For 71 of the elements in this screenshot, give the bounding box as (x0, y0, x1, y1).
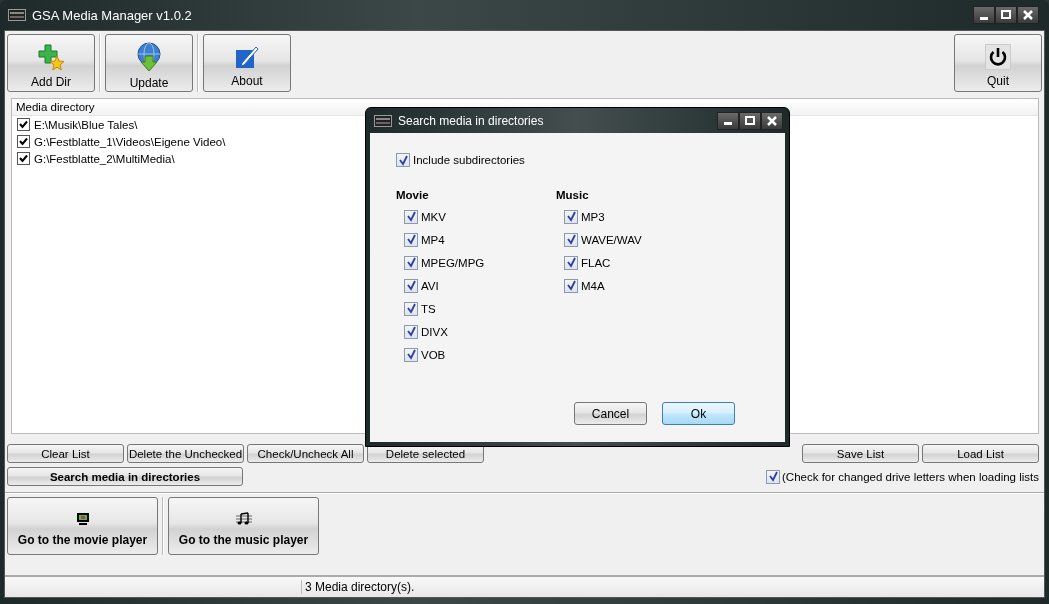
checkbox[interactable] (564, 255, 578, 270)
pencil-icon (234, 44, 260, 70)
toolbar-button[interactable]: Quit (954, 34, 1042, 92)
checkbox[interactable] (404, 209, 418, 224)
close-icon (767, 115, 777, 126)
format-label: MPEG/MPG (421, 256, 485, 269)
checkbox[interactable] (17, 135, 30, 148)
minimize-button[interactable] (717, 111, 739, 130)
dialog-title: Search media in directories (398, 113, 545, 128)
checkbox[interactable] (17, 152, 30, 165)
checkbox[interactable] (404, 278, 418, 293)
checkbox[interactable] (17, 118, 30, 131)
globe-download-icon (134, 42, 164, 72)
checkbox-label: Include subdirectories (413, 154, 525, 166)
checkbox[interactable] (404, 301, 418, 316)
format-label: MP4 (421, 233, 445, 246)
directory-path: G:\Festblatte_1\Videos\Eigene Video\ (34, 135, 226, 148)
app-icon (8, 9, 26, 21)
maximize-icon (1001, 10, 1011, 20)
close-button[interactable] (1017, 6, 1039, 24)
checkbox[interactable] (396, 153, 410, 167)
checkbox[interactable] (404, 255, 418, 270)
format-label: FLAC (581, 256, 611, 269)
toolbar-button[interactable]: Add Dir (7, 34, 95, 92)
directory-path: G:\Festblatte_2\MultiMedia\ (34, 152, 175, 165)
player-button[interactable]: Go to the movie player (7, 497, 158, 555)
dialog-button[interactable]: Cancel (574, 402, 647, 425)
checkbox-label: (Check for changed drive letters when loading lists (782, 470, 1039, 483)
checkbox[interactable] (404, 324, 418, 339)
window-title: GSA Media Manager v1.0.2 (32, 7, 193, 23)
app-icon (374, 114, 392, 127)
format-label: MKV (421, 210, 446, 223)
minimize-icon (724, 122, 732, 125)
checkbox[interactable] (404, 347, 418, 362)
toolbar-button[interactable]: Update (105, 34, 193, 92)
format-label: DIVX (421, 325, 448, 338)
directory-path: E:\Musik\Blue Tales\ (34, 118, 138, 131)
monitor-icon (75, 511, 90, 526)
minimize-button[interactable] (973, 6, 995, 24)
group-heading: Movie (396, 188, 430, 203)
list-file-button[interactable]: Load List (922, 444, 1039, 463)
maximize-icon (745, 115, 755, 126)
status-text: 3 Media directory(s). (301, 580, 415, 594)
checkbox[interactable] (766, 469, 781, 484)
checkbox[interactable] (564, 209, 578, 224)
plus-star-icon (37, 43, 65, 71)
music-notes-icon (234, 511, 253, 526)
close-icon (1023, 10, 1033, 20)
checkbox[interactable] (564, 232, 578, 247)
toolbar-button[interactable]: About (203, 34, 291, 92)
close-button[interactable] (761, 111, 783, 130)
format-label: M4A (581, 279, 605, 292)
format-label: VOB (421, 348, 446, 361)
search-media-button[interactable]: Search media in directories (7, 467, 243, 486)
list-action-button[interactable]: Clear List (7, 444, 124, 463)
dialog-button[interactable]: Ok (662, 402, 735, 425)
minimize-icon (980, 16, 988, 20)
format-label: WAVE/WAV (581, 233, 642, 246)
group-heading: Music (556, 188, 590, 203)
power-icon (985, 44, 1011, 70)
format-label: AVI (421, 279, 439, 292)
list-file-button[interactable]: Save List (802, 444, 919, 463)
list-action-button[interactable]: Delete the Unchecked (127, 444, 244, 463)
checkbox[interactable] (564, 278, 578, 293)
maximize-button[interactable] (995, 6, 1017, 24)
player-button[interactable]: Go to the music player (168, 497, 319, 555)
format-label: MP3 (581, 210, 605, 223)
list-action-button[interactable]: Check/Uncheck All (247, 444, 364, 463)
format-label: TS (421, 302, 436, 315)
checkbox[interactable] (404, 232, 418, 247)
maximize-button[interactable] (739, 111, 761, 130)
